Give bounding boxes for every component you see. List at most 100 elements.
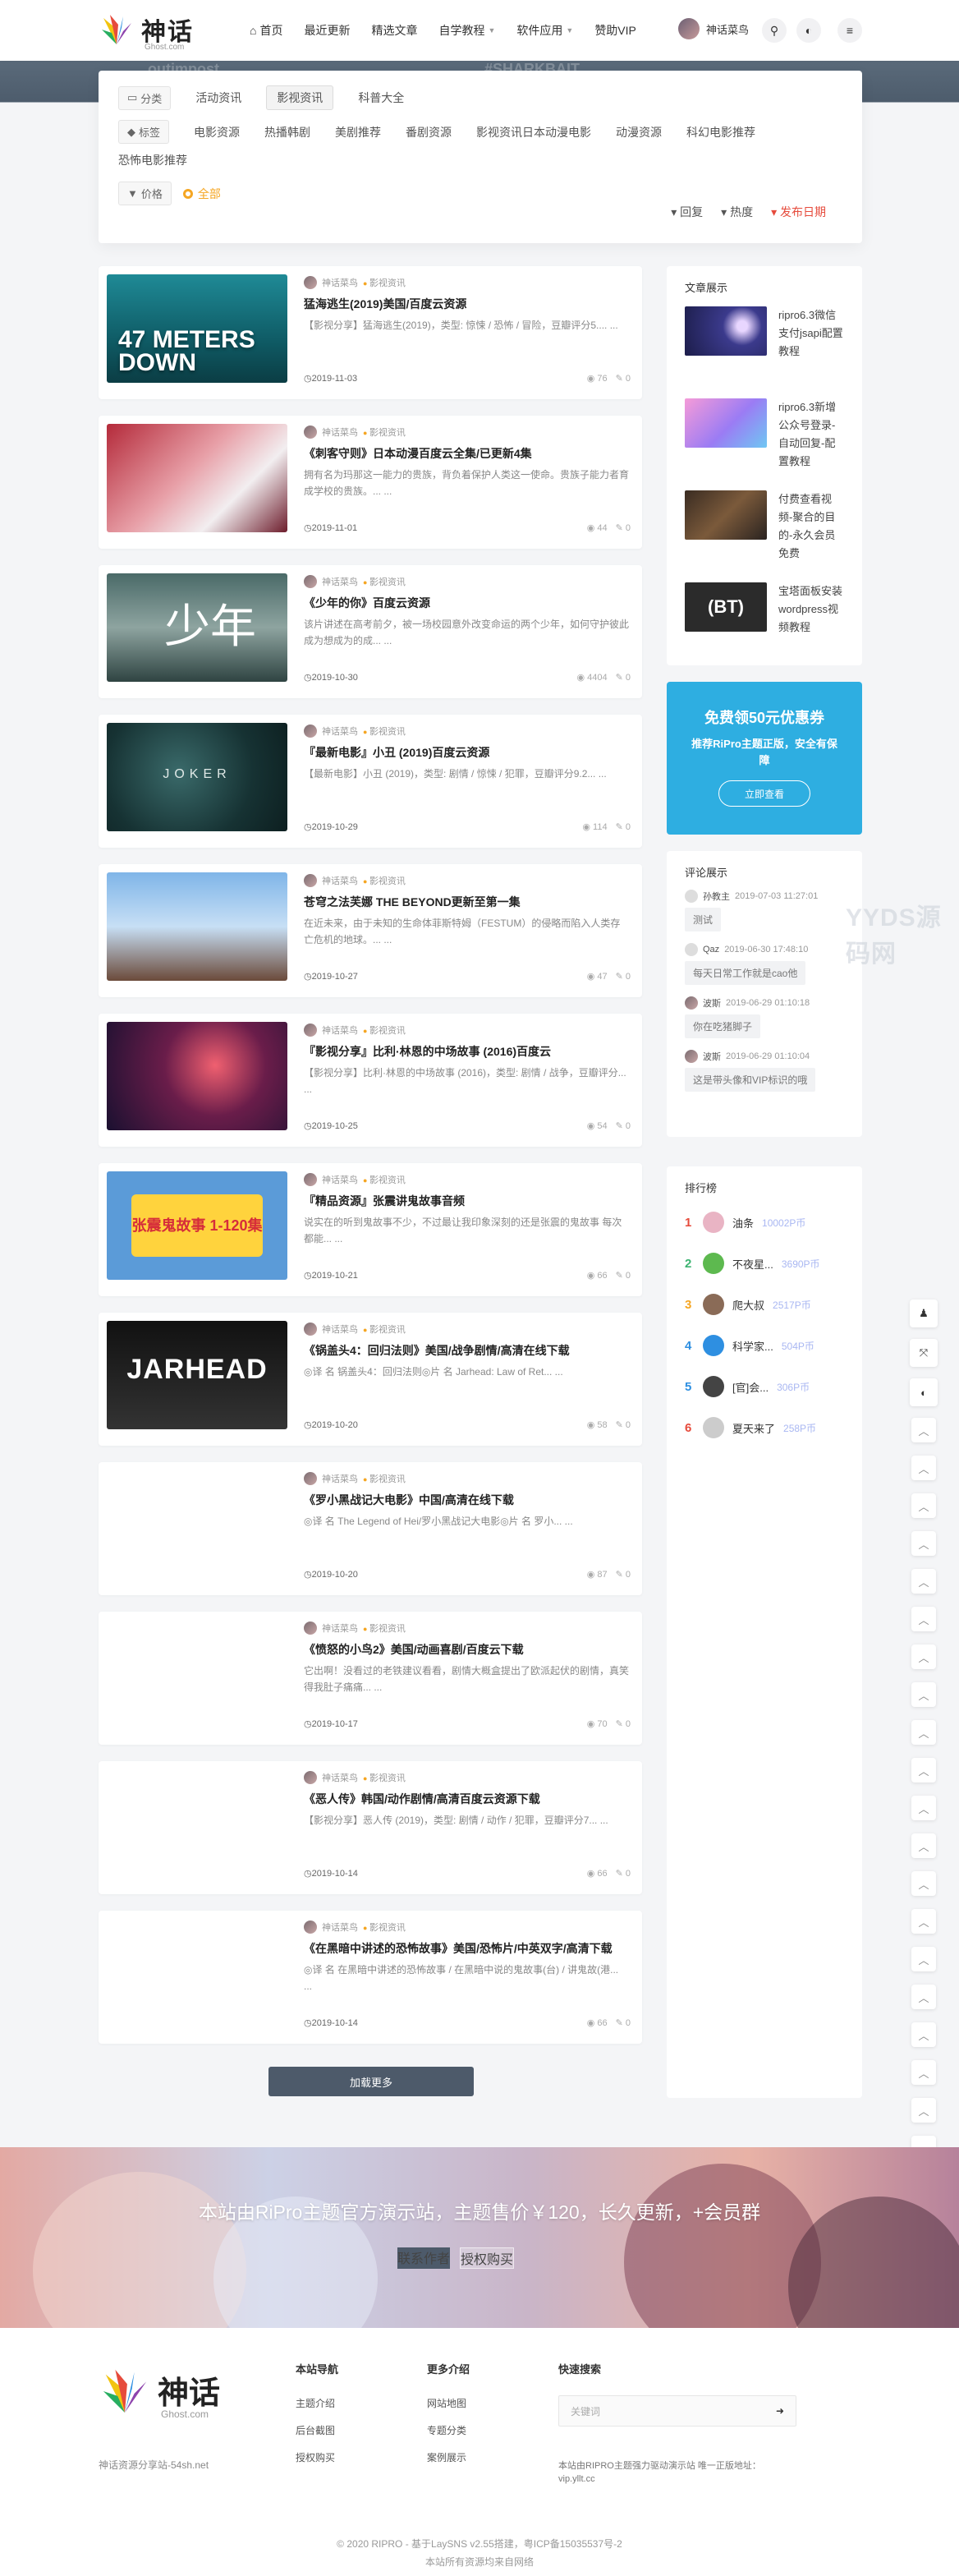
menu-button[interactable]: ≡ [837, 18, 862, 43]
post-card[interactable]: JOKER 神话菜鸟影视资讯『最新电影』小丑 (2019)百度云资源【最新电影】小… [99, 715, 642, 848]
tag-option[interactable]: 动漫资源 [616, 124, 662, 140]
contact-author-button[interactable]: 联系作者 [397, 2247, 451, 2269]
scroll-up-button[interactable]: ︿ [911, 1418, 936, 1442]
category-option[interactable]: 活动资讯 [195, 90, 241, 106]
post-category[interactable]: 影视资讯 [363, 1322, 406, 1336]
post-category[interactable]: 影视资讯 [363, 1173, 406, 1186]
comment-item[interactable]: 波斯 2019-06-29 01:10:18 你在吃猪脚子 [667, 993, 862, 1046]
price-option-all[interactable]: 全部 [182, 186, 221, 202]
post-author[interactable]: 神话菜鸟 [322, 1024, 358, 1037]
nav-item-vip[interactable]: 赞助VIP [594, 22, 636, 39]
post-thumbnail[interactable]: 47 METERS DOWN [107, 274, 287, 383]
post-title[interactable]: 《恶人传》韩国/动作剧情/高清百度云资源下载 [304, 1791, 629, 1807]
post-author[interactable]: 神话菜鸟 [322, 1622, 358, 1635]
sort-by-replies[interactable]: ▾ 回复 [671, 204, 703, 220]
post-card[interactable]: 神话菜鸟影视资讯《在黑暗中讲述的恐怖故事》美国/恐怖片/中英双字/高清下载 ◎译 … [99, 1911, 642, 2044]
scroll-up-button[interactable]: ︿ [911, 2022, 936, 2047]
footer-link[interactable]: 案例展示 [427, 2450, 470, 2464]
post-category[interactable]: 影视资讯 [363, 276, 406, 289]
post-category[interactable]: 影视资讯 [363, 1771, 406, 1784]
post-title[interactable]: 猛海逃生(2019)美国/百度云资源 [304, 296, 629, 312]
scroll-up-button[interactable]: ︿ [911, 1909, 936, 1934]
rank-item[interactable]: 3 爬大叔 2517P币 [667, 1284, 862, 1325]
scroll-up-button[interactable]: ︿ [911, 1796, 936, 1820]
post-card[interactable]: 少年 神话菜鸟影视资讯《少年的你》百度云资源该片讲述在高考前夕，被一场校园意外改变… [99, 565, 642, 698]
float-qq-button[interactable]: ♟ [910, 1300, 938, 1327]
post-author[interactable]: 神话菜鸟 [322, 426, 358, 439]
post-category[interactable]: 影视资讯 [363, 1920, 406, 1934]
tag-option[interactable]: 电影资源 [194, 124, 240, 140]
post-card[interactable]: 神话菜鸟影视资讯『影视分享』比利·林恩的中场故事 (2016)百度云【影视分享】… [99, 1014, 642, 1147]
post-author[interactable]: 神话菜鸟 [322, 1472, 358, 1485]
post-thumbnail[interactable]: JOKER [107, 723, 287, 831]
post-title[interactable]: 『精品资源』张震讲鬼故事音频 [304, 1193, 629, 1209]
arrow-right-icon[interactable]: ➜ [776, 2405, 784, 2417]
post-thumbnail[interactable] [107, 1620, 287, 1728]
tag-option[interactable]: 影视资讯日本动漫电影 [476, 124, 591, 140]
post-category[interactable]: 影视资讯 [363, 1472, 406, 1485]
footer-link[interactable]: 后台截图 [296, 2423, 338, 2437]
promo-button[interactable]: 立即查看 [718, 780, 810, 807]
scroll-up-button[interactable]: ︿ [911, 2098, 936, 2123]
sidebar-article[interactable]: ripro6.3新增公众号登录-自动回复-配置教程 [667, 393, 862, 485]
post-card[interactable]: 神话菜鸟影视资讯苍穹之法芙娜 THE BEYOND更新至第一集在近未来，由于未知… [99, 864, 642, 997]
rank-item[interactable]: 5 [官]会... 306P币 [667, 1366, 862, 1407]
search-button[interactable]: ⚲ [762, 18, 787, 43]
post-thumbnail[interactable] [107, 872, 287, 981]
scroll-up-button[interactable]: ︿ [911, 1758, 936, 1782]
tag-option[interactable]: 番剧资源 [406, 124, 452, 140]
post-title[interactable]: 《在黑暗中讲述的恐怖故事》美国/恐怖片/中英双字/高清下载 [304, 1940, 629, 1957]
post-author[interactable]: 神话菜鸟 [322, 1322, 358, 1336]
post-title[interactable]: 『影视分享』比利·林恩的中场故事 (2016)百度云 [304, 1043, 629, 1060]
post-thumbnail[interactable] [107, 1769, 287, 1878]
footer-link[interactable]: 专题分类 [427, 2423, 470, 2437]
footer-link[interactable]: 网站地图 [427, 2396, 470, 2410]
post-category[interactable]: 影视资讯 [363, 1622, 406, 1635]
rank-item[interactable]: 1 油条 10002P币 [667, 1202, 862, 1243]
post-card[interactable]: 神话菜鸟影视资讯《刺客守则》日本动漫百度云全集/已更新4集拥有名为玛那这一能力的… [99, 416, 642, 549]
rank-item[interactable]: 4 科学家... 504P币 [667, 1325, 862, 1366]
post-title[interactable]: 《愤怒的小鸟2》美国/动画喜剧/百度云下载 [304, 1641, 629, 1658]
post-author[interactable]: 神话菜鸟 [322, 276, 358, 289]
rank-item[interactable]: 6 夏天来了 258P币 [667, 1407, 862, 1448]
footer-logo[interactable]: 神话 Ghost.com [99, 2362, 238, 2428]
sidebar-article[interactable]: (BT) 宝塔面板安装wordpress视频教程 [667, 577, 862, 669]
footer-link[interactable]: 主题介绍 [296, 2396, 338, 2410]
tag-option[interactable]: 热播韩剧 [264, 124, 310, 140]
post-card[interactable]: 张震鬼故事 1-120集 神话菜鸟影视资讯『精品资源』张震讲鬼故事音频说实在的听到… [99, 1163, 642, 1296]
post-card[interactable]: JARHEAD 神话菜鸟影视资讯《锅盖头4：回归法则》美国/战争剧情/高清在线下载… [99, 1313, 642, 1446]
scroll-up-button[interactable]: ︿ [911, 1644, 936, 1669]
post-card[interactable]: 神话菜鸟影视资讯《恶人传》韩国/动作剧情/高清百度云资源下载【影视分享】恶人传 … [99, 1761, 642, 1894]
post-title[interactable]: 《刺客守则》日本动漫百度云全集/已更新4集 [304, 445, 629, 462]
scroll-up-button[interactable]: ︿ [911, 1947, 936, 1971]
post-author[interactable]: 神话菜鸟 [322, 1920, 358, 1934]
user-menu[interactable]: 神话菜鸟 [678, 18, 749, 39]
tag-option[interactable]: 科幻电影推荐 [686, 124, 755, 140]
sort-by-date[interactable]: ▾ 发布日期 [771, 204, 826, 220]
scroll-up-button[interactable]: ︿ [911, 1985, 936, 2009]
post-author[interactable]: 神话菜鸟 [322, 1771, 358, 1784]
nav-item-tutorials[interactable]: 自学教程 ▼ [438, 22, 495, 39]
post-thumbnail[interactable] [107, 1470, 287, 1579]
scroll-up-button[interactable]: ︿ [911, 1531, 936, 1556]
comment-item[interactable]: 波斯 2019-06-29 01:10:04 这是带头像和VIP标识的哦 [667, 1046, 862, 1100]
scroll-up-button[interactable]: ︿ [911, 1833, 936, 1858]
tag-option[interactable]: 恐怖电影推荐 [118, 152, 187, 168]
post-title[interactable]: 『最新电影』小丑 (2019)百度云资源 [304, 744, 629, 761]
post-card[interactable]: 神话菜鸟影视资讯《愤怒的小鸟2》美国/动画喜剧/百度云下载它出啊！没看过的老铁建… [99, 1612, 642, 1745]
post-title[interactable]: 《锅盖头4：回归法则》美国/战争剧情/高清在线下载 [304, 1342, 629, 1359]
post-category[interactable]: 影视资讯 [363, 426, 406, 439]
post-author[interactable]: 神话菜鸟 [322, 575, 358, 588]
footer-link[interactable]: 授权购买 [296, 2450, 338, 2464]
nav-item-featured[interactable]: 精选文章 [371, 22, 417, 39]
float-fullscreen-button[interactable]: ⤧ [910, 1339, 938, 1367]
rank-item[interactable]: 2 不夜星... 3690P币 [667, 1243, 862, 1284]
scroll-up-button[interactable]: ︿ [911, 1493, 936, 1518]
post-category[interactable]: 影视资讯 [363, 874, 406, 887]
sidebar-article[interactable]: ripro6.3微信支付jsapi配置教程 [667, 301, 862, 393]
post-thumbnail[interactable]: 张震鬼故事 1-120集 [107, 1171, 287, 1280]
post-thumbnail[interactable] [107, 424, 287, 532]
post-thumbnail[interactable]: JARHEAD [107, 1321, 287, 1429]
nav-item-recent[interactable]: 最近更新 [304, 22, 350, 39]
post-category[interactable]: 影视资讯 [363, 575, 406, 588]
